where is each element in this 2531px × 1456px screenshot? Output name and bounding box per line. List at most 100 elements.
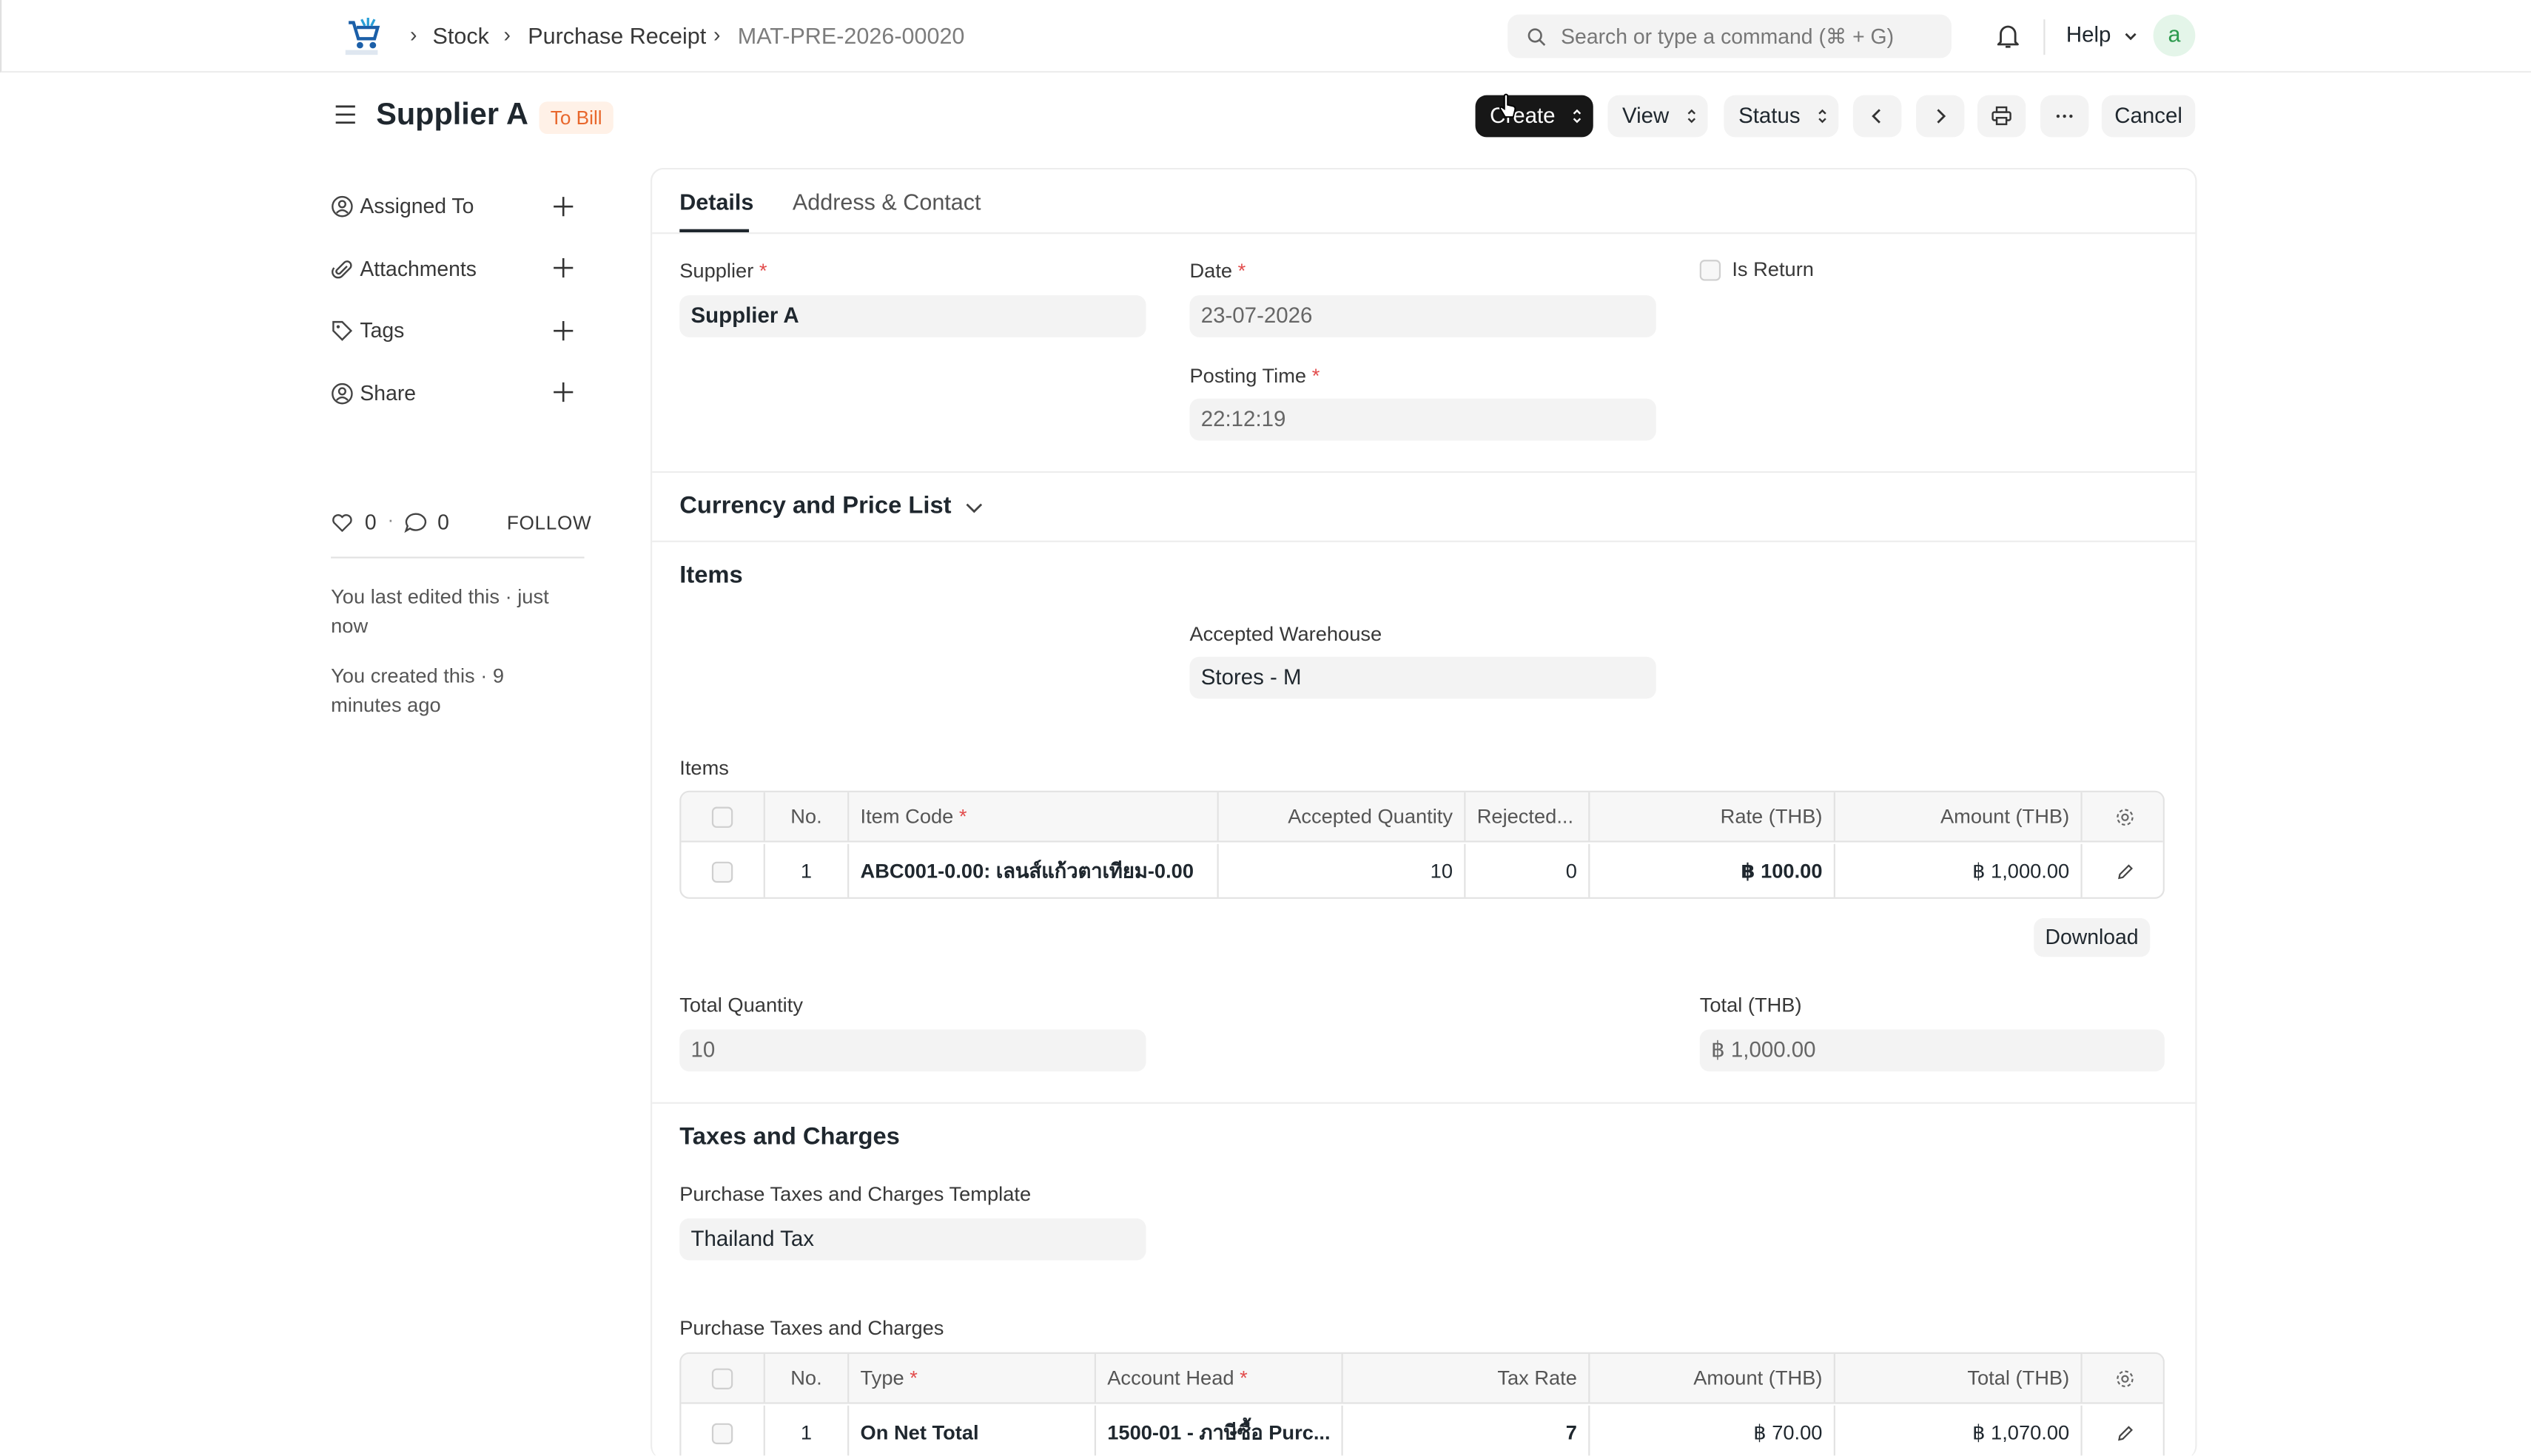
posting-time-label: Posting Time * <box>1189 364 1320 388</box>
currency-section-title[interactable]: Currency and Price List <box>679 492 951 519</box>
posting-time-field[interactable]: 22:12:19 <box>1189 398 1656 441</box>
row-checkbox[interactable] <box>711 1423 733 1445</box>
select-all-checkbox[interactable] <box>711 807 733 829</box>
bell-icon[interactable] <box>1994 21 2023 50</box>
sidebar-item-label: Share <box>360 380 417 405</box>
chevron-right-icon: › <box>410 22 417 47</box>
tab-details[interactable]: Details <box>679 189 753 215</box>
taxes-table-label: Purchase Taxes and Charges <box>679 1316 944 1340</box>
item-code-cell[interactable]: ABC001-0.00: เลนส์แก้วตาเทียม-0.00 <box>849 843 1219 897</box>
row-checkbox[interactable] <box>711 862 733 883</box>
created-text: You created this · 9 minutes ago <box>331 664 505 717</box>
edit-row-cell <box>2083 844 2163 897</box>
hand-cursor-icon <box>1499 93 1516 118</box>
select-all-cell <box>681 792 765 841</box>
status-button[interactable]: Status <box>1724 95 1839 138</box>
search-placeholder: Search or type a command (⌘ + G) <box>1561 24 1895 49</box>
previous-button[interactable] <box>1852 95 1902 138</box>
more-button[interactable] <box>2040 95 2089 138</box>
create-button[interactable]: Create <box>1475 95 1593 138</box>
add-tag-plus-icon[interactable] <box>552 320 575 343</box>
follow-button[interactable]: FOLLOW <box>507 511 591 534</box>
column-header: Total (THB) <box>1835 1353 2083 1403</box>
chevron-updown-icon <box>1573 109 1582 124</box>
tag-icon <box>332 320 353 341</box>
comment-icon[interactable] <box>403 511 428 534</box>
items-table: No. Item Code * Accepted Quantity Reject… <box>679 790 2165 899</box>
comment-count: 0 <box>437 510 449 534</box>
tax-rate-cell[interactable]: 7 <box>1343 1405 1590 1456</box>
sidebar-toggle-icon[interactable] <box>332 101 358 127</box>
chevron-down-icon <box>2124 33 2136 41</box>
gear-icon[interactable] <box>2114 1369 2134 1389</box>
add-assignee-plus-icon[interactable] <box>552 195 575 218</box>
view-button[interactable]: View <box>1607 95 1708 138</box>
page-title: Supplier A <box>376 98 528 132</box>
next-button[interactable] <box>1915 95 1965 138</box>
more-horizontal-icon <box>2056 114 2073 118</box>
assign-icon <box>332 195 353 218</box>
column-header: Tax Rate <box>1343 1353 1590 1403</box>
is-return-checkbox[interactable] <box>1699 260 1721 281</box>
search-input[interactable]: Search or type a command (⌘ + G) <box>1507 14 1952 58</box>
items-section-title: Items <box>679 562 743 590</box>
row-select-cell <box>681 1405 765 1456</box>
breadcrumb-purchase-receipt[interactable]: Purchase Receipt <box>528 23 706 49</box>
divider <box>652 471 2196 473</box>
help-dropdown[interactable]: Help <box>2066 23 2137 47</box>
type-cell[interactable]: On Net Total <box>849 1405 1096 1456</box>
cancel-label: Cancel <box>2114 103 2182 128</box>
is-return-label: Is Return <box>1732 257 1814 281</box>
taxes-section-title: Taxes and Charges <box>679 1123 900 1151</box>
tax-amount-cell: ฿ 70.00 <box>1590 1405 1835 1456</box>
select-all-cell <box>681 1353 765 1403</box>
rejected-quantity-cell[interactable]: 0 <box>1465 843 1590 897</box>
chevron-right-icon: › <box>713 22 721 47</box>
tax-template-field[interactable]: Thailand Tax <box>679 1218 1146 1261</box>
column-settings-cell <box>2083 792 2163 840</box>
taxes-table-header: No. Type * Account Head * Tax Rate Amoun… <box>681 1353 2163 1404</box>
edit-row-cell <box>2083 1406 2163 1456</box>
supplier-field[interactable]: Supplier A <box>679 295 1146 337</box>
divider <box>652 540 2196 542</box>
date-field[interactable]: 23-07-2026 <box>1189 295 1656 337</box>
column-header: No. <box>765 1353 850 1403</box>
breadcrumb-document[interactable]: MAT-PRE-2026-00020 <box>738 23 965 49</box>
print-button[interactable] <box>1977 95 2026 138</box>
status-badge: To Bill <box>539 101 614 135</box>
download-button[interactable]: Download <box>2034 918 2150 957</box>
accepted-quantity-cell[interactable]: 10 <box>1219 843 1466 897</box>
breadcrumb-stock[interactable]: Stock <box>433 23 489 49</box>
chevron-updown-icon <box>1818 109 1826 124</box>
cancel-button[interactable]: Cancel <box>2101 95 2196 138</box>
table-row[interactable]: 1 On Net Total 1500-01 - ภาษีซื้อ Purc..… <box>681 1405 2163 1456</box>
select-all-checkbox[interactable] <box>711 1369 733 1390</box>
items-table-header: No. Item Code * Accepted Quantity Reject… <box>681 792 2163 843</box>
app-logo[interactable] <box>339 16 384 58</box>
gear-icon[interactable] <box>2114 807 2134 828</box>
avatar[interactable]: a <box>2153 14 2196 57</box>
tax-template-label: Purchase Taxes and Charges Template <box>679 1182 1032 1206</box>
rate-cell[interactable]: ฿ 100.00 <box>1590 843 1835 897</box>
chevron-right-icon <box>1937 109 1946 124</box>
table-row[interactable]: 1 ABC001-0.00: เลนส์แก้วตาเทียม-0.00 10 … <box>681 843 2163 897</box>
accepted-warehouse-label: Accepted Warehouse <box>1189 622 1382 646</box>
accepted-warehouse-field[interactable]: Stores - M <box>1189 656 1656 699</box>
paperclip-icon <box>332 260 352 279</box>
pencil-icon[interactable] <box>2115 863 2133 881</box>
tab-address-contact[interactable]: Address & Contact <box>793 189 981 215</box>
add-share-plus-icon[interactable] <box>552 381 575 404</box>
column-header-type: Type * <box>849 1353 1096 1403</box>
taxes-table: No. Type * Account Head * Tax Rate Amoun… <box>679 1352 2165 1456</box>
like-count: 0 <box>364 510 377 534</box>
add-attachment-plus-icon[interactable] <box>552 257 575 280</box>
pencil-icon[interactable] <box>2115 1425 2133 1443</box>
account-head-cell[interactable]: 1500-01 - ภาษีซื้อ Purc... <box>1096 1405 1343 1456</box>
help-label: Help <box>2066 22 2111 47</box>
chevron-down-icon[interactable] <box>965 502 983 514</box>
column-header: Accepted Quantity <box>1219 792 1466 841</box>
heart-icon[interactable] <box>331 511 354 534</box>
chevron-updown-icon <box>1687 109 1696 124</box>
divider <box>652 1102 2196 1104</box>
last-edited-text: You last edited this · just now <box>331 585 549 638</box>
